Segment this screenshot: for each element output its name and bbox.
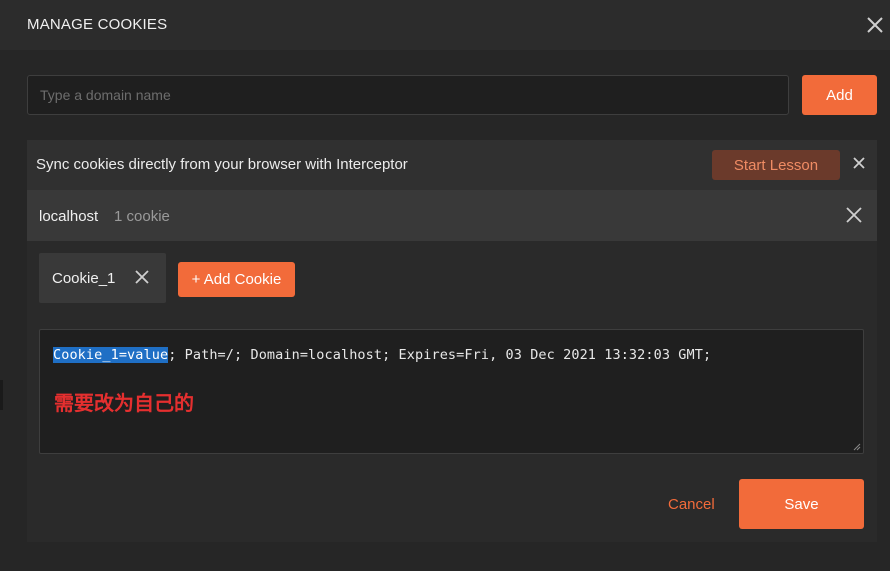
banner-text: Sync cookies directly from your browser … [36, 156, 408, 173]
cookie-count: 1 cookie [114, 208, 170, 225]
domain-panel: localhost 1 cookie Cookie_1 + Add Cookie… [27, 190, 877, 542]
cookie-string-rest: ; Path=/; Domain=localhost; Expires=Fri,… [168, 347, 712, 363]
interceptor-banner: Sync cookies directly from your browser … [27, 140, 877, 190]
cookie-tab[interactable]: Cookie_1 [39, 253, 166, 303]
cookie-tab-label: Cookie_1 [52, 270, 116, 287]
banner-close-icon[interactable] [849, 153, 869, 173]
domain-name-input[interactable] [27, 75, 789, 115]
cancel-button[interactable]: Cancel [668, 496, 715, 513]
close-icon[interactable] [862, 12, 888, 38]
domain-header: localhost 1 cookie [27, 190, 877, 241]
dialog-title: MANAGE COOKIES [27, 16, 168, 33]
add-cookie-button[interactable]: + Add Cookie [178, 262, 295, 297]
remove-cookie-icon[interactable] [132, 267, 152, 287]
dialog-header: MANAGE COOKIES [0, 0, 890, 50]
domain-name: localhost [39, 208, 99, 225]
annotation-note: 需要改为自己的 [54, 391, 194, 415]
selected-text: Cookie_1=value [53, 347, 169, 363]
manage-cookies-dialog: MANAGE COOKIES Add Sync cookies directly… [0, 0, 890, 571]
cookie-editor[interactable]: Cookie_1=value; Path=/; Domain=localhost… [39, 329, 864, 454]
resize-grip-icon[interactable] [851, 441, 861, 451]
remove-domain-icon[interactable] [842, 203, 866, 227]
cookie-string[interactable]: Cookie_1=value; Path=/; Domain=localhost… [53, 347, 711, 363]
start-lesson-button[interactable]: Start Lesson [712, 150, 840, 180]
save-button[interactable]: Save [739, 479, 864, 529]
background-edge [0, 380, 3, 410]
add-domain-button[interactable]: Add [802, 75, 877, 115]
